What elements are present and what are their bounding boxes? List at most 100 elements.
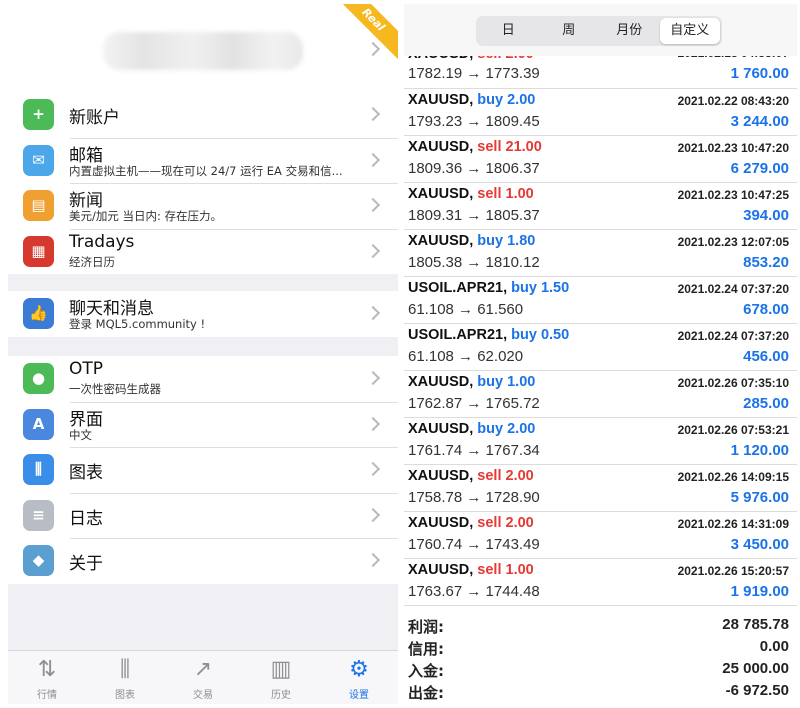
chevron-right-icon — [365, 152, 381, 167]
deal-row[interactable]: USOIL.APR21, buy 1.50 2021.02.24 07:37:20… — [404, 277, 797, 324]
deal-side-volume: sell 2.00 — [477, 515, 534, 531]
language-icon: A — [23, 408, 54, 440]
settings-item[interactable]: 👍 聊天和消息 登录 MQL5.community ! — [8, 291, 398, 337]
deal-side-volume: sell 1.00 — [477, 186, 534, 202]
tab-label: 交易 — [193, 690, 213, 701]
deal-row[interactable]: XAUUSD, sell 21.00 2021.02.23 10:47:20 180… — [404, 136, 797, 183]
deal-datetime: 2021.02.26 14:09:15 — [677, 470, 789, 484]
deal-profit: 6 279.00 — [730, 160, 789, 177]
settings-item[interactable]: ✉ 邮箱 内置虚拟主机——现在可以 24/7 运行 EA 交易和信... — [8, 137, 398, 184]
deal-profit: 853.20 — [743, 254, 789, 271]
settings-panel: Real + 新账户 ✉ 邮箱 内置虚拟主机——现在可以 24/7 运行 EA 交易和信… — [8, 4, 398, 704]
deal-profit: 1 919.00 — [730, 583, 789, 600]
gear-icon: ⚙ — [349, 657, 369, 682]
deal-prices: 1809.31 → 1805.37 — [408, 207, 540, 224]
deal-side-volume: buy 1.80 — [477, 233, 536, 249]
deal-row[interactable]: XAUUSD, buy 1.00 2021.02.26 07:35:10 1762.… — [404, 371, 797, 418]
deal-side-volume: sell 2.00 — [477, 468, 534, 484]
settings-item-subtitle: 中文 — [69, 427, 92, 442]
deal-symbol-line: USOIL.APR21, buy 1.50 — [408, 280, 569, 296]
account-header[interactable]: Real — [8, 4, 398, 92]
summary-value: 25 000.00 — [722, 660, 789, 677]
deal-symbol: USOIL.APR21, — [408, 280, 508, 296]
history-icon: ▥ — [270, 657, 292, 682]
deal-row[interactable]: XAUUSD, buy 1.80 2021.02.23 12:07:05 1805.… — [404, 230, 797, 277]
period-segmented-control: 日周月份 自定义 — [476, 16, 722, 46]
chevron-right-icon — [365, 370, 381, 386]
deal-profit: 3 244.00 — [730, 113, 789, 130]
deal-symbol: XAUUSD, — [408, 92, 474, 108]
tab-history[interactable]: ▥ 历史 — [242, 651, 320, 704]
deal-datetime: 2021.02.26 07:53:21 — [677, 423, 789, 437]
deal-symbol: XAUUSD, — [408, 468, 474, 484]
summary-value: 0.00 — [759, 638, 789, 655]
period-segment[interactable]: 周 — [539, 18, 600, 44]
deal-row[interactable]: XAUUSD, sell 2.002021.02.18 04:38:071782… — [404, 46, 797, 89]
deal-symbol-line: XAUUSD, sell 21.00 — [408, 139, 542, 155]
chevron-right-icon — [365, 243, 381, 258]
deal-symbol-line: XAUUSD, sell 1.00 — [408, 186, 534, 202]
summary-row: 出金: -6 972.50 — [404, 682, 797, 704]
deal-row[interactable]: XAUUSD, buy 2.00 2021.02.22 08:43:20 1793.… — [404, 89, 797, 136]
deal-row[interactable]: XAUUSD, sell 1.00 2021.02.23 10:47:25 1809… — [404, 183, 797, 230]
deal-symbol-line: XAUUSD, buy 2.00 — [408, 92, 535, 108]
real-account-badge: Real — [327, 4, 398, 66]
settings-item[interactable]: ▤ 新闻 美元/加元 当日内: 存在压力。 — [8, 183, 398, 229]
deal-row[interactable]: XAUUSD, sell 1.00 2021.02.26 15:20:57 1763… — [404, 559, 797, 606]
period-segment[interactable]: 日 — [478, 18, 539, 44]
tab-chart[interactable]: ⫼ 图表 — [86, 651, 164, 704]
chevron-right-icon — [365, 416, 381, 431]
summary-label: 信用: — [408, 640, 444, 658]
deal-prices: 1763.67 → 1744.48 — [408, 583, 540, 600]
settings-item-title: 日志 — [69, 508, 103, 529]
deal-row[interactable]: XAUUSD, sell 2.00 2021.02.26 14:09:15 1758… — [404, 465, 797, 512]
deal-symbol-line: XAUUSD, sell 2.00 — [408, 468, 534, 484]
deal-symbol: XAUUSD, — [408, 515, 474, 531]
settings-item[interactable]: + 新账户 — [8, 92, 398, 138]
tab-quotes[interactable]: ⇅ 行情 — [8, 651, 86, 704]
deal-profit: 285.00 — [743, 395, 789, 412]
deals-list[interactable]: XAUUSD, sell 2.002021.02.18 04:38:071782… — [404, 46, 797, 606]
settings-item-title: 关于 — [69, 554, 103, 574]
deal-row[interactable]: XAUUSD, sell 2.00 2021.02.26 14:31:09 1760… — [404, 512, 797, 559]
deal-side-volume: buy 1.50 — [511, 280, 570, 296]
deal-side-volume: buy 1.00 — [477, 374, 536, 390]
deal-profit: 5 976.00 — [730, 489, 789, 506]
settings-item[interactable]: ≡ 日志 — [8, 492, 398, 539]
deal-prices: 1809.36 → 1806.37 — [408, 160, 540, 177]
deal-profit: 456.00 — [743, 348, 789, 365]
mail-icon: ✉ — [23, 144, 54, 176]
deal-symbol: XAUUSD, — [408, 421, 474, 437]
tab-trade[interactable]: ↗ 交易 — [164, 651, 242, 704]
deal-prices: 1758.78 → 1728.90 — [408, 489, 540, 506]
settings-item-subtitle: 经济日历 — [69, 254, 115, 269]
person-add-icon: + — [23, 99, 54, 130]
deal-prices: 1761.74 → 1767.34 — [408, 442, 540, 459]
account-name-blurred — [103, 32, 303, 70]
settings-item-title: 图表 — [69, 463, 103, 483]
tab-gear[interactable]: ⚙ 设置 — [320, 651, 398, 704]
deal-side-volume: sell 21.00 — [477, 139, 542, 155]
deal-datetime: 2021.02.23 10:47:20 — [677, 141, 789, 155]
period-selector-bar: 日周月份 自定义 — [404, 4, 797, 56]
period-segment[interactable]: 自定义 — [659, 18, 720, 44]
deal-prices: 1782.19 → 1773.39 — [408, 65, 540, 82]
settings-item[interactable]: ⫼ 图表 — [8, 447, 398, 493]
chevron-right-icon — [365, 552, 381, 568]
deal-row[interactable]: XAUUSD, buy 2.00 2021.02.26 07:53:21 1761.… — [404, 418, 797, 465]
chevron-right-icon — [365, 197, 381, 213]
settings-item-subtitle: 美元/加元 当日内: 存在压力。 — [69, 209, 223, 223]
deal-symbol-line: XAUUSD, sell 2.00 — [408, 515, 534, 531]
period-segment[interactable]: 月份 — [599, 18, 660, 44]
settings-item[interactable]: ◆ 关于 — [8, 538, 398, 584]
deal-row[interactable]: USOIL.APR21, buy 0.50 2021.02.24 07:37:20… — [404, 324, 797, 371]
deal-symbol-line: XAUUSD, buy 2.00 — [408, 421, 535, 437]
settings-group-community: 👍 聊天和消息 登录 MQL5.community ! — [8, 291, 398, 337]
summary-row: 入金: 25 000.00 — [404, 660, 797, 682]
settings-item[interactable]: A 界面 中文 — [8, 401, 398, 448]
settings-item[interactable]: ● OTP 一次性密码生成器 — [8, 356, 398, 402]
settings-item[interactable]: ▦ Tradays 经济日历 — [8, 228, 398, 275]
deal-prices: 61.108 → 62.020 — [408, 348, 524, 365]
settings-item-subtitle: 内置虚拟主机——现在可以 24/7 运行 EA 交易和信... — [69, 163, 343, 178]
summary-row: 信用: 0.00 — [404, 638, 797, 660]
